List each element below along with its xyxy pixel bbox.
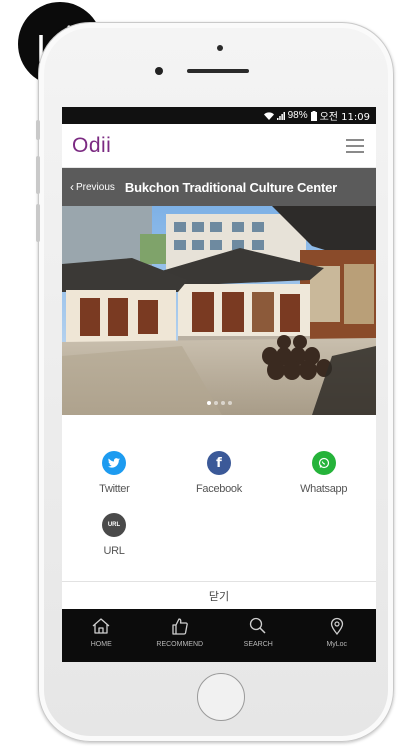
share-whatsapp-button[interactable]: Whatsapp <box>279 451 369 495</box>
tab-recommend-label: RECOMMEND <box>156 641 204 648</box>
hamburger-menu-icon[interactable] <box>346 138 364 153</box>
tab-myloc[interactable]: MyLoc <box>298 609 377 662</box>
volume-down-button <box>36 204 40 242</box>
carousel-dots <box>62 401 376 405</box>
share-url-label: URL <box>103 545 125 557</box>
stage: 98% 오전 11:09 Odii ‹ Previous Bukchon Tra… <box>0 0 398 746</box>
home-icon <box>92 618 110 634</box>
share-twitter-label: Twitter <box>99 483 130 495</box>
share-whatsapp-label: Whatsapp <box>300 483 348 495</box>
carousel-dot[interactable] <box>227 401 232 405</box>
facebook-icon: f <box>206 451 231 475</box>
tab-search[interactable]: SEARCH <box>219 609 298 662</box>
tab-home[interactable]: HOME <box>62 609 141 662</box>
carousel-dot[interactable] <box>206 401 211 405</box>
app-screen: 98% 오전 11:09 Odii ‹ Previous Bukchon Tra… <box>62 107 376 662</box>
tab-myloc-label: MyLoc <box>326 641 348 648</box>
signal-icon <box>276 111 285 120</box>
share-facebook-button[interactable]: f Facebook <box>174 451 264 495</box>
page-title: Bukchon Traditional Culture Center <box>124 179 337 195</box>
bottom-tab-bar: HOME RECOMMEND SEARCH MyLoc <box>62 609 376 662</box>
twitter-icon <box>102 451 127 475</box>
carousel-dot[interactable] <box>220 401 225 405</box>
mute-switch <box>36 120 40 140</box>
volume-up-button <box>36 156 40 194</box>
location-pin-icon <box>330 617 343 635</box>
app-header: Odii <box>62 124 376 168</box>
phone-sensor <box>217 45 223 51</box>
hero-image-carousel[interactable] <box>62 206 376 415</box>
url-icon: URL <box>102 513 126 537</box>
tab-recommend[interactable]: RECOMMEND <box>141 609 220 662</box>
battery-icon <box>310 110 317 121</box>
page-title-bar: ‹ Previous Bukchon Traditional Culture C… <box>62 168 376 206</box>
tab-home-label: HOME <box>90 641 112 648</box>
home-hardware-button[interactable] <box>197 673 245 721</box>
whatsapp-icon <box>311 451 336 475</box>
wifi-icon <box>263 111 274 120</box>
battery-percent: 98% <box>287 110 308 121</box>
close-button[interactable]: 닫기 <box>62 581 376 609</box>
carousel-dot[interactable] <box>213 401 218 405</box>
previous-label: Previous <box>76 181 115 193</box>
thumbs-up-icon <box>172 618 188 635</box>
earpiece <box>187 69 249 73</box>
chevron-left-icon: ‹ <box>70 180 74 194</box>
previous-link[interactable]: ‹ Previous <box>70 180 115 194</box>
search-icon <box>250 617 266 634</box>
tab-search-label: SEARCH <box>243 641 273 648</box>
status-time: 오전 11:09 <box>319 112 370 123</box>
share-url-button[interactable]: URL URL <box>69 513 159 557</box>
hanok-courtyard-photo <box>62 206 376 415</box>
status-bar: 98% 오전 11:09 <box>62 107 376 124</box>
share-facebook-label: Facebook <box>196 483 242 495</box>
app-logo[interactable]: Odii <box>72 134 111 158</box>
url-icon-text: URL <box>107 522 121 528</box>
front-camera <box>155 67 163 75</box>
share-twitter-button[interactable]: Twitter <box>69 451 159 495</box>
